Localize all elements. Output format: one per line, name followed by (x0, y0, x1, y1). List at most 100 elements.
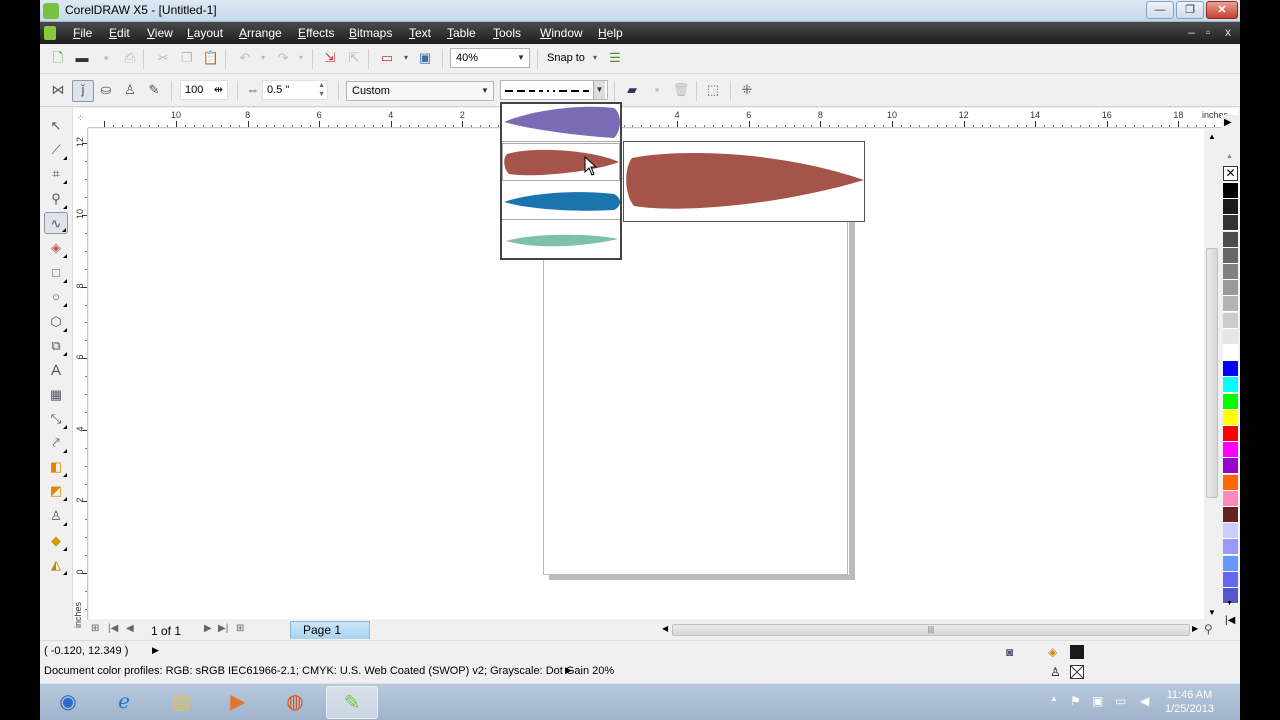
application-launcher-icon[interactable]: ▭ (378, 49, 396, 67)
menu-effects[interactable]: Effects (298, 26, 334, 40)
scroll-up-icon[interactable]: ▲ (1208, 132, 1216, 141)
palette-flyout-icon[interactable]: ▶ (1224, 117, 1232, 128)
start-button-icon[interactable]: ◉ (42, 686, 94, 719)
menu-arrange[interactable]: Arrange (239, 26, 282, 40)
palette-scroll-up-icon[interactable]: ▲ (1226, 153, 1233, 160)
browse-icon[interactable]: ▰ (623, 81, 641, 99)
volume-icon[interactable]: ◀ (1140, 694, 1149, 708)
zoom-level-combo[interactable]: 40% ▼ (450, 48, 530, 68)
color-swatch[interactable] (1223, 264, 1238, 280)
color-swatch[interactable] (1223, 215, 1238, 232)
ellipse-tool-icon[interactable]: ○ (44, 286, 68, 308)
object-brush-icon[interactable]: ⬚ (704, 81, 722, 99)
restore-button[interactable]: ❐ (1176, 1, 1204, 19)
doc-minimize-button[interactable]: – (1188, 25, 1195, 39)
add-page-before-icon[interactable]: ⊞ (91, 623, 99, 634)
grid-dots-icon[interactable]: ⁜ (738, 81, 756, 99)
welcome-screen-icon[interactable]: ▣ (416, 49, 434, 67)
brush-option-purple[interactable] (502, 104, 620, 142)
doc-close-button[interactable]: x (1225, 25, 1231, 39)
color-swatch[interactable] (1223, 280, 1238, 297)
color-swatch[interactable] (1223, 507, 1238, 523)
cut-icon[interactable]: ✂ (154, 49, 172, 67)
color-proofing-icon[interactable]: ◙ (1006, 645, 1013, 659)
minimize-button[interactable]: — (1146, 1, 1174, 19)
export-icon[interactable]: ⇱ (345, 49, 363, 67)
spin-buttons-icon[interactable]: ▲ ▼ (318, 81, 325, 99)
menu-view[interactable]: View (147, 26, 173, 40)
color-swatch[interactable] (1223, 183, 1238, 199)
save-stroke-icon[interactable]: ▪ (648, 81, 666, 99)
preset-mode-icon[interactable]: ⋈ (49, 81, 67, 99)
outline-color-swatch[interactable] (1070, 665, 1084, 679)
open-icon[interactable]: ▬ (73, 49, 91, 67)
freehand-tool-icon[interactable]: ∿ (44, 212, 68, 234)
menu-help[interactable]: Help (598, 26, 623, 40)
coreldraw-taskbar-icon[interactable]: ✎ (326, 686, 378, 719)
horizontal-ruler[interactable]: 10864204681012141618 inches (88, 108, 1238, 128)
first-page-icon[interactable]: |◀ (108, 623, 118, 634)
brush-option-teal[interactable] (502, 221, 620, 259)
power-icon[interactable]: ▣ (1092, 694, 1103, 708)
color-swatch[interactable] (1223, 328, 1238, 345)
options-icon[interactable]: ☰ (606, 49, 624, 67)
document-color-profile[interactable]: Document color profiles: RGB: sRGB IEC61… (44, 665, 614, 677)
color-swatch[interactable] (1223, 523, 1238, 540)
calligraphic-mode-icon[interactable]: ♙ (121, 81, 139, 99)
snap-to-button[interactable]: Snap to (547, 52, 585, 64)
scroll-left-icon[interactable]: ◀ (662, 624, 668, 633)
table-tool-icon[interactable]: ▦ (44, 384, 68, 406)
crop-tool-icon[interactable]: ⌗ (44, 163, 68, 185)
save-icon[interactable]: ▪ (97, 49, 115, 67)
color-swatch[interactable] (1223, 345, 1238, 361)
color-swatch[interactable] (1223, 458, 1238, 475)
eyedropper-tool-icon[interactable]: ♙ (44, 505, 68, 527)
transparency-tool-icon[interactable]: ◩ (44, 480, 68, 502)
undo-dropdown-icon[interactable]: ▾ (254, 49, 272, 67)
color-swatch[interactable] (1223, 361, 1238, 378)
zoom-navigator-icon[interactable]: ⚲ (1204, 622, 1213, 636)
brush-option-brown[interactable] (502, 143, 620, 181)
menu-table[interactable]: Table (447, 26, 476, 40)
import-icon[interactable]: ⇲ (321, 49, 339, 67)
menu-window[interactable]: Window (540, 26, 583, 40)
pick-tool-icon[interactable]: ↖ (44, 115, 68, 137)
windows-explorer-icon[interactable]: ▤ (155, 686, 207, 719)
smoothing-slider-icon[interactable]: ⇹ (214, 81, 223, 99)
dimension-tool-icon[interactable]: ⤡ (44, 408, 68, 430)
next-page-icon[interactable]: ▶ (204, 623, 212, 634)
snap-to-dropdown-icon[interactable]: ▾ (586, 49, 604, 67)
add-page-after-icon[interactable]: ⊞ (236, 623, 244, 634)
color-swatch[interactable] (1223, 442, 1238, 459)
rectangle-tool-icon[interactable]: □ (44, 262, 68, 284)
basic-shapes-tool-icon[interactable]: ⧉ (44, 335, 68, 357)
color-swatch[interactable] (1223, 555, 1238, 572)
brush-option-blue[interactable] (502, 182, 620, 220)
page-tab-page-1[interactable]: Page 1 (290, 621, 370, 639)
color-swatch[interactable] (1223, 490, 1238, 507)
close-button[interactable]: ✕ (1206, 1, 1238, 19)
chevron-down-icon[interactable]: ▼ (593, 81, 605, 99)
color-swatch[interactable] (1223, 231, 1238, 248)
zoom-tool-icon[interactable]: ⚲ (44, 188, 68, 210)
color-swatch[interactable] (1223, 199, 1238, 216)
vertical-ruler[interactable]: 12 10 8 6 4 2 0 (73, 128, 88, 620)
scroll-down-icon[interactable]: ▼ (1208, 608, 1216, 617)
new-document-icon[interactable]: 🗋 (49, 49, 67, 67)
menu-text[interactable]: Text (409, 26, 431, 40)
color-swatch[interactable] (1223, 393, 1238, 410)
menu-layout[interactable]: Layout (187, 26, 223, 40)
palette-expand-icon[interactable]: |◀ (1225, 615, 1235, 626)
color-swatch[interactable] (1223, 296, 1238, 313)
stroke-width-field[interactable]: 0.5 " ▲ ▼ (262, 80, 328, 100)
brush-category-combo[interactable]: Custom ▼ (346, 81, 494, 101)
redo-dropdown-icon[interactable]: ▾ (292, 49, 310, 67)
color-swatch[interactable] (1223, 571, 1238, 588)
vertical-scrollbar[interactable]: ▲ ▼ (1204, 128, 1220, 620)
fill-color-swatch[interactable] (1070, 645, 1084, 659)
paste-icon[interactable]: 📋 (202, 49, 220, 67)
last-page-icon[interactable]: ▶| (218, 623, 228, 634)
system-clock[interactable]: 11:46 AM 1/25/2013 (1165, 688, 1214, 716)
color-swatch[interactable] (1223, 539, 1238, 556)
color-swatch[interactable] (1223, 409, 1238, 426)
